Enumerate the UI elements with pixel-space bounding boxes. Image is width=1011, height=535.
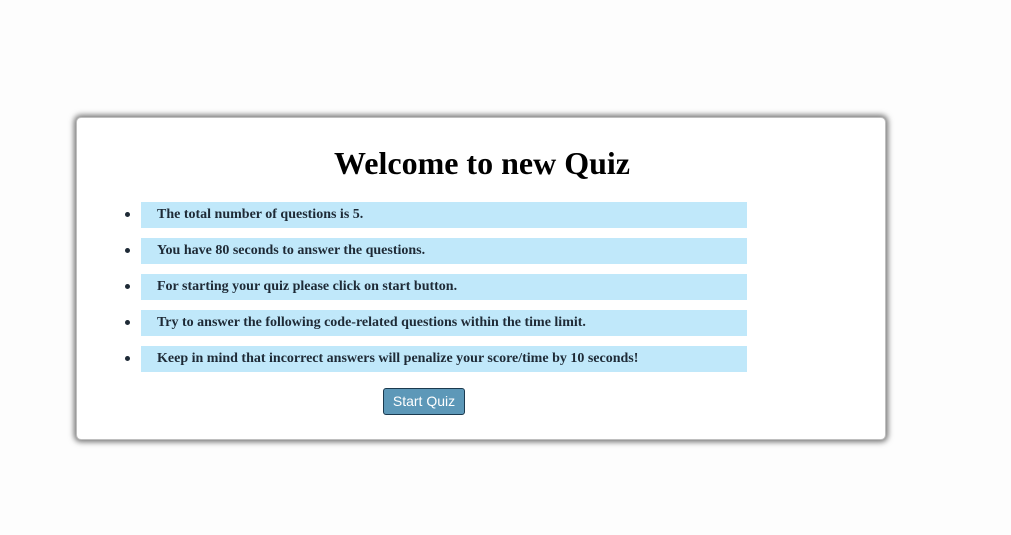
rule-text: Keep in mind that incorrect answers will… xyxy=(157,351,639,366)
list-item: Try to answer the following code-related… xyxy=(125,310,747,336)
quiz-intro-card: Welcome to new Quiz The total number of … xyxy=(76,117,886,440)
rule-text: The total number of questions is 5. xyxy=(157,207,364,222)
rule-text: You have 80 seconds to answer the questi… xyxy=(157,243,426,258)
bullet-dot-icon xyxy=(125,320,130,325)
rule-text: For starting your quiz please click on s… xyxy=(157,279,458,294)
start-quiz-button[interactable]: Start Quiz xyxy=(383,388,465,415)
list-item: Keep in mind that incorrect answers will… xyxy=(125,346,747,372)
rules-list: The total number of questions is 5. You … xyxy=(125,202,747,382)
list-item: You have 80 seconds to answer the questi… xyxy=(125,238,747,264)
page-title: Welcome to new Quiz xyxy=(334,145,630,181)
bullet-dot-icon xyxy=(125,212,130,217)
bullet-dot-icon xyxy=(125,248,130,253)
bullet-dot-icon xyxy=(125,356,130,361)
list-item: For starting your quiz please click on s… xyxy=(125,274,747,300)
list-item: The total number of questions is 5. xyxy=(125,202,747,228)
bullet-dot-icon xyxy=(125,284,130,289)
rule-text: Try to answer the following code-related… xyxy=(157,315,586,330)
